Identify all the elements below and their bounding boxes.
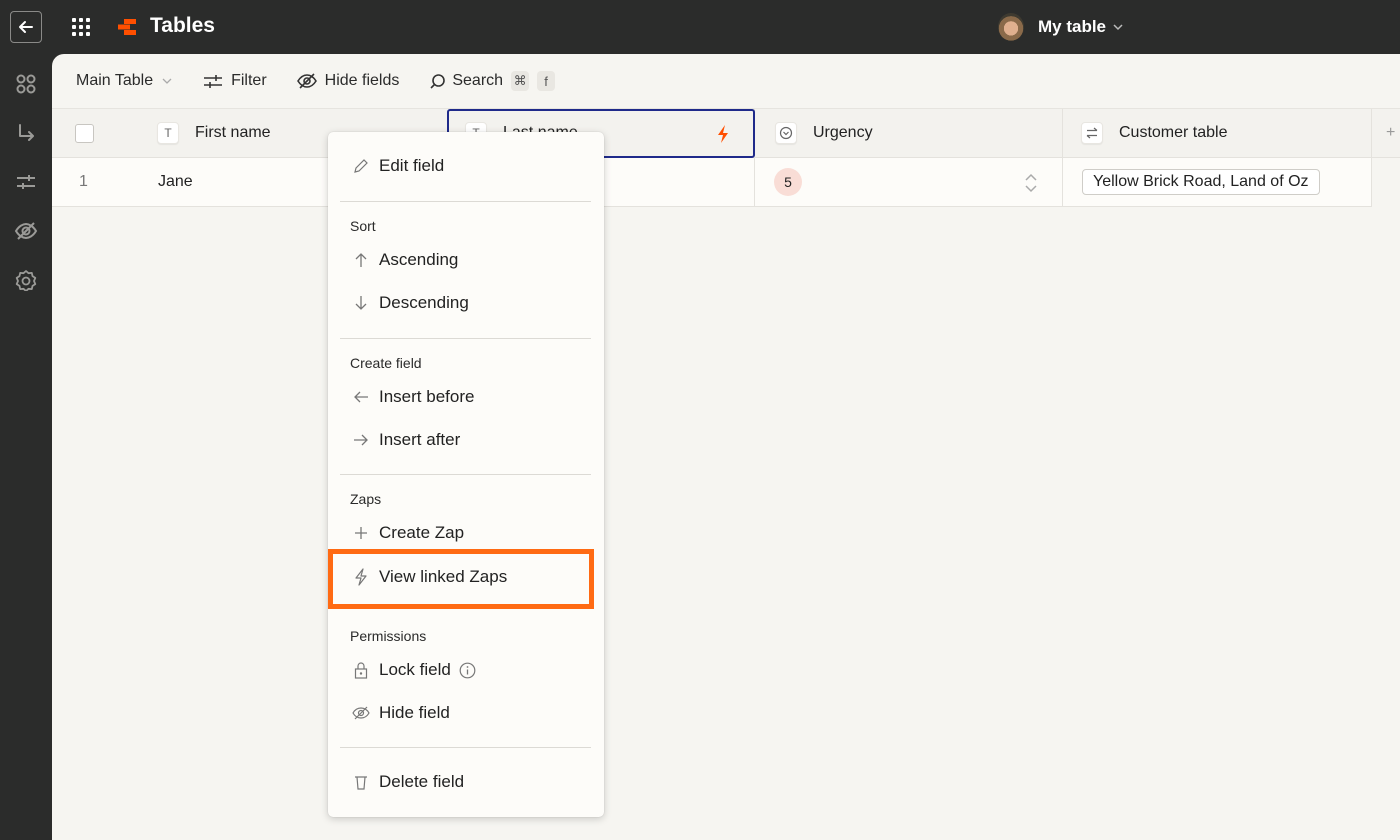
user-avatar[interactable]	[998, 13, 1024, 41]
menu-item-label: Create Zap	[379, 523, 465, 542]
menu-item-label: Insert after	[379, 430, 461, 449]
view-selector[interactable]: Main Table	[76, 72, 173, 90]
urgency-badge: 5	[774, 168, 802, 196]
stepper-updown-icon[interactable]	[1024, 172, 1038, 194]
lock-icon	[352, 661, 370, 679]
trash-icon	[352, 773, 370, 791]
menu-item-label: Ascending	[379, 250, 459, 269]
arrow-left-icon	[19, 21, 33, 33]
left-sidebar	[0, 54, 52, 840]
plus-icon	[352, 524, 370, 542]
filter-label: Filter	[231, 72, 267, 89]
view-toolbar: Main Table Filter Hide fields Search ⌘ f	[52, 54, 1400, 109]
app-switcher-icon[interactable]	[72, 18, 90, 36]
menu-item-descending[interactable]: Descending	[352, 293, 469, 313]
shortcut-f-key: f	[537, 71, 556, 91]
hide-fields-button[interactable]: Hide fields	[296, 72, 400, 90]
header-row: T First name T Last name Urgency Custome…	[52, 109, 1400, 158]
view-label: Main Table	[76, 72, 154, 89]
pencil-icon	[352, 157, 370, 175]
select-all-checkbox[interactable]	[74, 123, 94, 143]
arrow-left-icon	[352, 388, 370, 406]
menu-item-hide-field[interactable]: Hide field	[352, 703, 450, 723]
menu-item-ascending[interactable]: Ascending	[352, 250, 458, 270]
menu-divider	[340, 474, 591, 475]
filter-sliders-icon[interactable]	[14, 170, 38, 194]
search-label: Search	[452, 72, 504, 89]
dropdown-type-icon	[775, 122, 797, 144]
menu-item-insert-before[interactable]: Insert before	[352, 387, 474, 407]
highlight-box	[328, 549, 594, 609]
add-column-button[interactable]: +	[1372, 109, 1400, 157]
menu-divider	[340, 338, 591, 339]
menu-item-delete-field[interactable]: Delete field	[352, 772, 464, 792]
row-index: 1	[79, 173, 88, 190]
menu-item-create-zap[interactable]: Create Zap	[352, 523, 464, 543]
column-label: Urgency	[813, 124, 873, 141]
table-name-dropdown[interactable]: My table	[1038, 17, 1124, 37]
select-all-cell	[52, 109, 142, 157]
top-bar: Tables My table	[0, 0, 1400, 54]
menu-item-insert-after[interactable]: Insert after	[352, 430, 460, 450]
table-row[interactable]: 1 Jane 5 Yellow Brick Road, Land of Oz	[52, 158, 1372, 207]
menu-divider	[340, 747, 591, 748]
text-type-icon: T	[157, 122, 179, 144]
column-header-customer-table[interactable]: Customer table	[1063, 109, 1372, 157]
field-context-menu: Edit field Sort Ascending Descending Cre…	[328, 132, 604, 817]
main-panel: Main Table Filter Hide fields Search ⌘ f…	[52, 54, 1400, 840]
search-button[interactable]: Search ⌘ f	[429, 71, 556, 91]
section-title-sort: Sort	[350, 218, 376, 234]
cell-urgency[interactable]: 5	[755, 158, 1063, 206]
arrow-up-icon	[352, 251, 370, 269]
section-title-create-field: Create field	[350, 355, 422, 371]
eye-slash-icon	[352, 704, 370, 722]
column-label: First name	[195, 124, 271, 141]
column-label: Customer table	[1119, 124, 1228, 141]
section-title-permissions: Permissions	[350, 628, 427, 644]
chevron-down-icon	[1113, 24, 1123, 31]
redirect-arrow-icon[interactable]	[14, 121, 38, 145]
arrow-down-icon	[352, 294, 370, 312]
tables-logo-icon	[118, 19, 136, 35]
back-button[interactable]	[10, 11, 42, 43]
search-icon	[430, 73, 446, 89]
column-header-urgency[interactable]: Urgency	[755, 109, 1063, 157]
menu-item-label: Hide field	[379, 703, 450, 722]
apps-nodes-icon[interactable]	[14, 72, 38, 96]
menu-item-label: Delete field	[379, 772, 465, 791]
menu-item-label: Descending	[379, 293, 469, 312]
filter-sliders-icon	[204, 75, 223, 88]
menu-item-label: Lock field	[379, 660, 451, 679]
app-title: Tables	[150, 14, 215, 37]
filter-button[interactable]: Filter	[203, 72, 267, 90]
linked-record-chip[interactable]: Yellow Brick Road, Land of Oz	[1082, 169, 1320, 195]
info-icon[interactable]	[459, 662, 476, 679]
shortcut-cmd-key: ⌘	[511, 71, 530, 91]
arrow-right-icon	[352, 431, 370, 449]
cell-customer-table[interactable]: Yellow Brick Road, Land of Oz	[1063, 158, 1372, 206]
table-name-label: My table	[1038, 17, 1107, 36]
gear-icon[interactable]	[14, 268, 38, 292]
section-title-zaps: Zaps	[350, 491, 382, 507]
menu-item-label: Insert before	[379, 387, 475, 406]
menu-item-edit-field[interactable]: Edit field	[352, 156, 444, 176]
hide-fields-label: Hide fields	[324, 72, 400, 89]
menu-item-label: Edit field	[379, 156, 445, 175]
eye-slash-icon	[296, 73, 317, 89]
linked-record-type-icon	[1081, 122, 1103, 144]
eye-slash-icon[interactable]	[14, 219, 38, 243]
chevron-down-icon	[162, 78, 172, 84]
menu-divider	[340, 201, 591, 202]
menu-item-lock-field[interactable]: Lock field	[352, 660, 476, 680]
